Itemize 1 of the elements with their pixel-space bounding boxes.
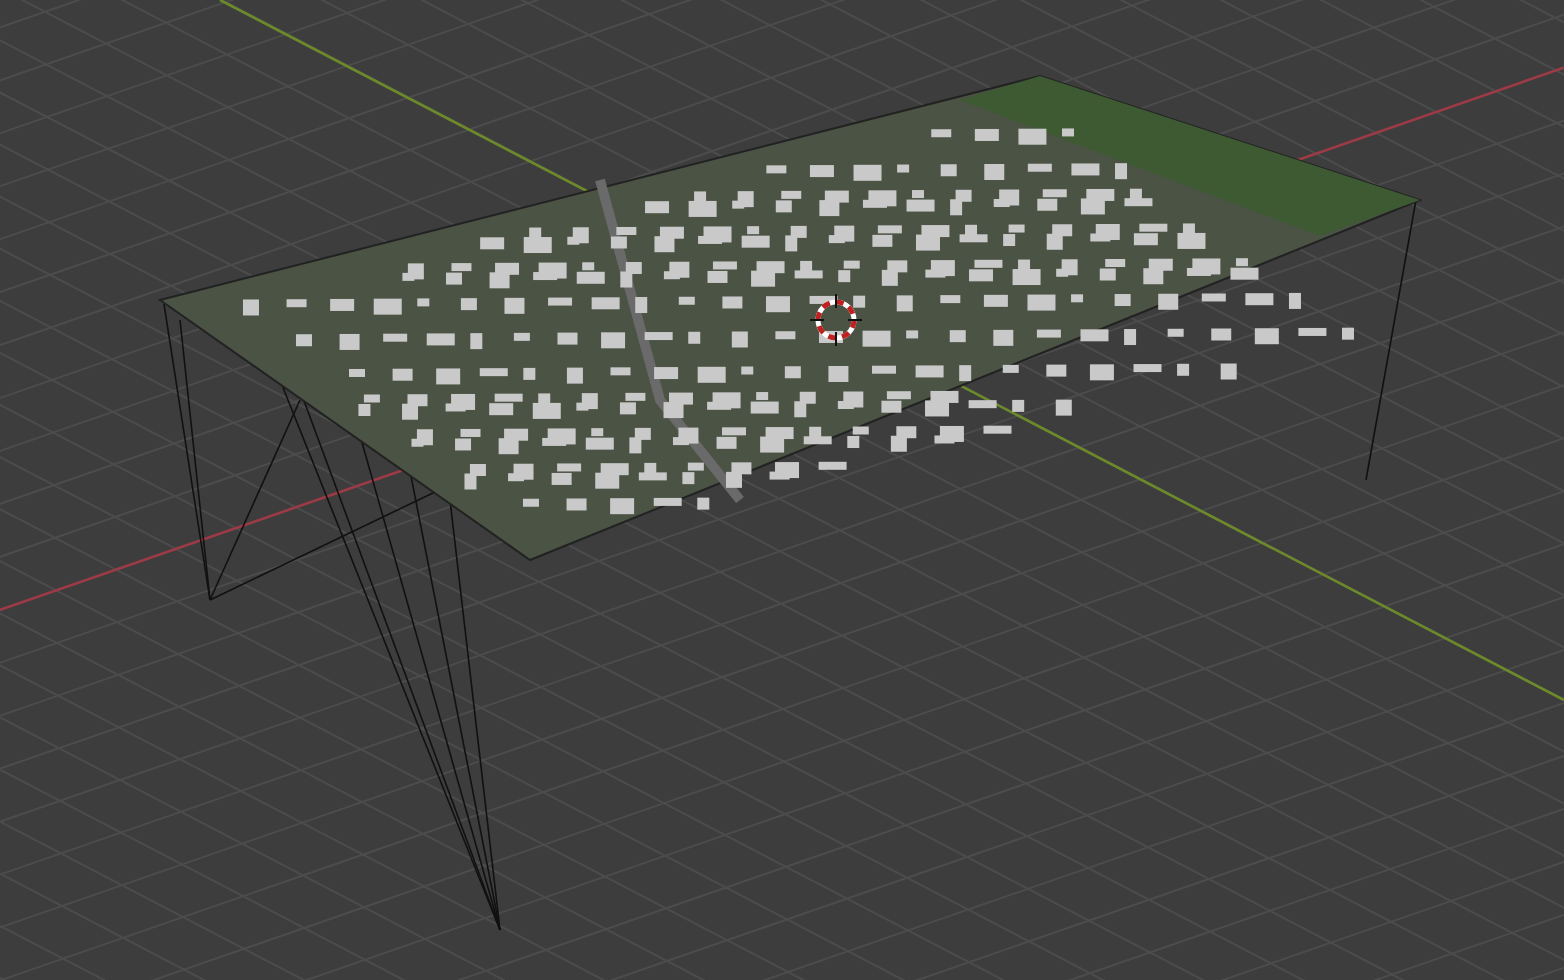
3d-cursor-icon [809,293,863,347]
